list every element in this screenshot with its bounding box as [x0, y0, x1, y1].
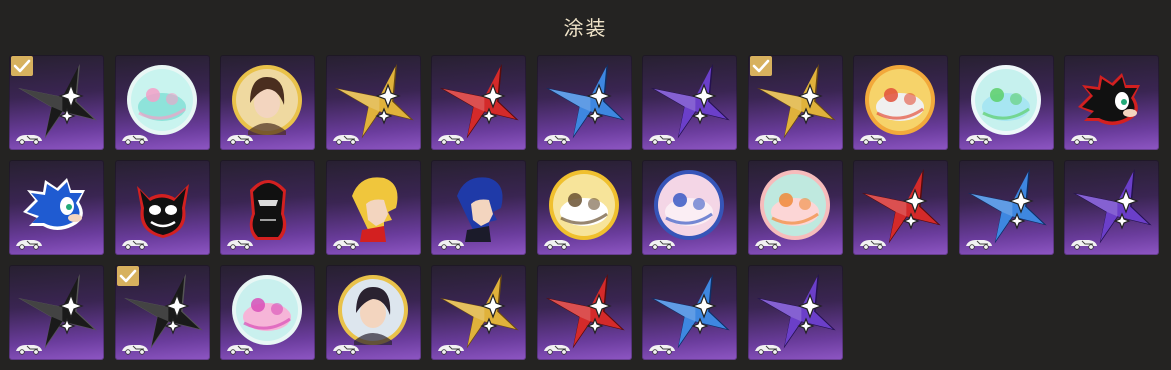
skin-tile[interactable]: [9, 160, 104, 255]
vehicle-icon: [227, 345, 253, 355]
vehicle-icon: [227, 135, 253, 145]
equipped-check-icon: [749, 56, 772, 76]
skin-tile[interactable]: [853, 55, 948, 150]
skin-tile[interactable]: [114, 265, 210, 360]
vehicle-icon: [227, 240, 253, 250]
vehicle-icon: [754, 240, 781, 250]
vehicle-icon: [649, 240, 675, 250]
skin-tile[interactable]: [9, 265, 104, 360]
skin-tile[interactable]: [958, 55, 1054, 150]
vehicle-icon: [1071, 240, 1097, 250]
skin-tile[interactable]: [114, 160, 210, 255]
vehicle-icon: [16, 240, 42, 250]
skin-tile[interactable]: [220, 160, 315, 255]
skin-tile[interactable]: [431, 55, 526, 150]
vehicle-icon: [332, 240, 359, 250]
vehicle-icon: [332, 345, 359, 355]
page-title: 涂装: [563, 16, 608, 40]
vehicle-icon: [438, 240, 464, 250]
vehicle-icon: [649, 135, 675, 145]
skin-grid: [9, 55, 1159, 360]
skin-tile[interactable]: [220, 265, 315, 360]
skin-tile[interactable]: [642, 265, 737, 360]
skin-tile[interactable]: [1064, 55, 1159, 150]
skin-tile[interactable]: [536, 160, 632, 255]
skin-tile[interactable]: [536, 265, 632, 360]
skin-tile[interactable]: [747, 55, 843, 150]
vehicle-icon: [121, 345, 148, 355]
skin-tile[interactable]: [642, 55, 737, 150]
vehicle-icon: [860, 240, 886, 250]
vehicle-icon: [543, 240, 570, 250]
vehicle-icon: [965, 240, 992, 250]
vehicle-icon: [121, 135, 148, 145]
skin-tile[interactable]: [536, 55, 632, 150]
vehicle-icon: [543, 135, 570, 145]
skin-tile[interactable]: [431, 265, 526, 360]
vehicle-icon: [332, 135, 359, 145]
skin-tile[interactable]: [958, 160, 1054, 255]
vehicle-icon: [438, 135, 464, 145]
skin-tile[interactable]: [431, 160, 526, 255]
skin-tile[interactable]: [642, 160, 737, 255]
equipped-check-icon: [116, 266, 139, 286]
equipped-check-icon: [11, 56, 33, 76]
skin-tile[interactable]: [325, 55, 421, 150]
vehicle-icon: [754, 345, 781, 355]
vehicle-icon: [438, 345, 464, 355]
skin-tile[interactable]: [747, 265, 843, 360]
skin-tile[interactable]: [325, 160, 421, 255]
skin-tile[interactable]: [853, 160, 948, 255]
skin-tile[interactable]: [747, 160, 843, 255]
skin-tile[interactable]: [1064, 160, 1159, 255]
vehicle-icon: [754, 135, 781, 145]
skin-tile[interactable]: [220, 55, 315, 150]
vehicle-icon: [543, 345, 570, 355]
vehicle-icon: [121, 240, 148, 250]
skin-tile[interactable]: [9, 55, 104, 150]
vehicle-icon: [16, 345, 42, 355]
vehicle-icon: [649, 345, 675, 355]
vehicle-icon: [860, 135, 886, 145]
vehicle-icon: [965, 135, 992, 145]
vehicle-icon: [16, 135, 42, 145]
skin-tile[interactable]: [325, 265, 421, 360]
skin-tile[interactable]: [114, 55, 210, 150]
vehicle-icon: [1071, 135, 1097, 145]
